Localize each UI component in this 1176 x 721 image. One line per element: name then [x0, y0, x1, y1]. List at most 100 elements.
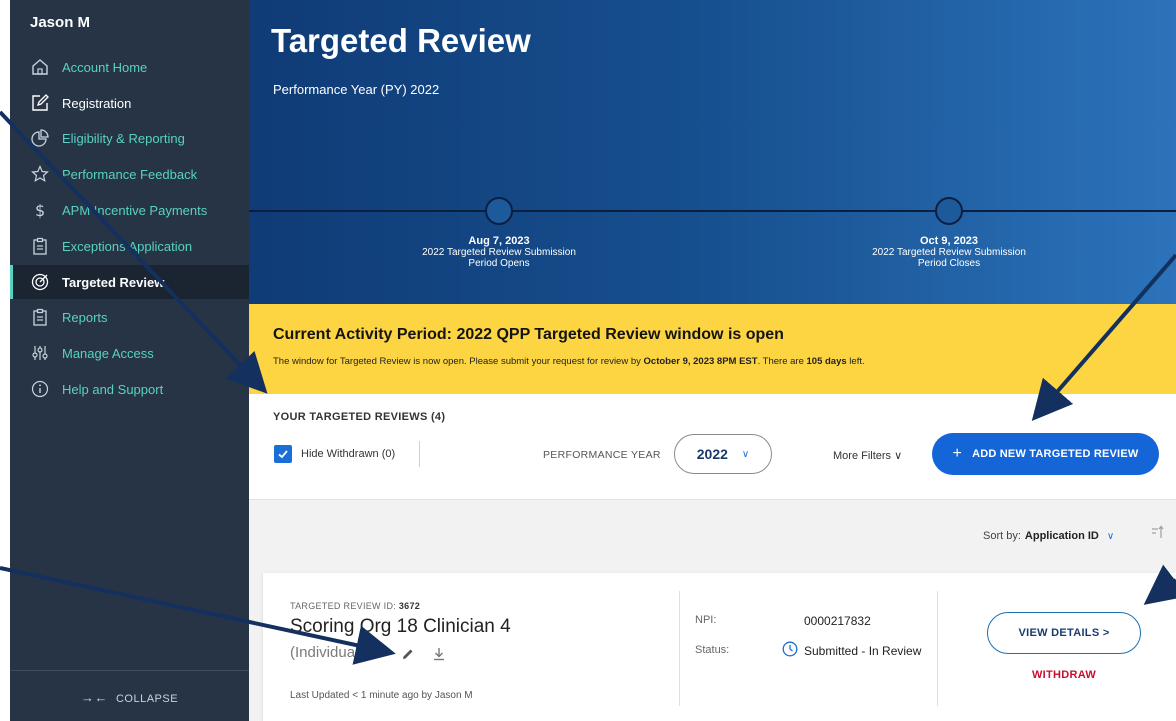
chevron-down-icon: ∨ — [741, 448, 750, 460]
home-icon — [30, 57, 50, 77]
svg-text:$: $ — [35, 201, 45, 219]
performance-year-label: PERFORMANCE YEAR — [543, 449, 661, 461]
dollar-icon: $ — [30, 200, 50, 220]
review-id-label: TARGETED REVIEW ID: — [290, 601, 397, 611]
edit-pencil-icon[interactable] — [401, 647, 415, 666]
sidebar-item-apm-incentive-payments[interactable]: $ APM Incentive Payments — [10, 193, 249, 227]
npi-value: 0000217832 — [804, 614, 871, 628]
targeted-review-card: TARGETED REVIEW ID: 3672 Scoring Org 18 … — [263, 573, 1176, 721]
timeline-date: Aug 7, 2023 — [468, 235, 530, 247]
sidebar-item-registration[interactable]: Registration — [10, 86, 249, 120]
timeline-dot-open — [485, 197, 513, 225]
sidebar-divider — [10, 670, 249, 671]
reviews-count-heading: YOUR TARGETED REVIEWS (4) — [273, 411, 446, 423]
info-icon — [30, 379, 50, 399]
timeline-text: Period Closes — [917, 258, 981, 269]
alert-text: The window for Targeted Review is now op… — [273, 356, 865, 367]
alert-days-left: 105 days — [806, 356, 847, 367]
alert-deadline: October 9, 2023 8PM EST — [643, 356, 758, 367]
reviews-list: Sort by: Application ID ∨ TARGETED REVIEW … — [249, 499, 1176, 721]
collapse-arrows-icon: →← — [80, 690, 108, 705]
pie-chart-icon — [30, 128, 50, 148]
withdraw-button[interactable]: WITHDRAW — [987, 669, 1141, 681]
plus-icon: + — [952, 445, 963, 462]
alert-text-part: The window for Targeted Review is now op… — [273, 356, 644, 367]
filter-divider — [419, 441, 420, 467]
page-hero: Targeted Review Performance Year (PY) 20… — [249, 0, 1176, 304]
last-updated: Last Updated < 1 minute ago by Jason M — [290, 690, 473, 701]
performance-year-subtitle: Performance Year (PY) 2022 — [273, 82, 440, 97]
timeline-text: Period Opens — [468, 258, 530, 269]
performance-year-value: 2022 — [696, 446, 728, 462]
status-label: Status: — [695, 644, 730, 656]
sidebar-item-label: Targeted Review — [62, 274, 165, 290]
sidebar-item-reports[interactable]: Reports — [10, 300, 249, 334]
sidebar-item-label: Eligibility & Reporting — [62, 130, 185, 146]
timeline-text: 2022 Targeted Review Submission — [422, 247, 576, 258]
sidebar-item-account-home[interactable]: Account Home — [10, 50, 249, 84]
collapse-button[interactable]: →← COLLAPSE — [10, 690, 249, 705]
sidebar-item-exceptions-application[interactable]: Exceptions Application — [10, 229, 249, 263]
download-icon[interactable] — [433, 647, 445, 666]
reviews-list-header: YOUR TARGETED REVIEWS (4) Hide Withdrawn… — [249, 394, 1176, 499]
card-divider — [679, 591, 680, 706]
sliders-icon — [30, 343, 50, 363]
chevron-down-icon: ∨ — [894, 450, 903, 462]
hide-withdrawn-checkbox[interactable] — [274, 445, 292, 463]
sort-direction-icon[interactable] — [1151, 525, 1165, 542]
timeline-date: Oct 9, 2023 — [919, 235, 979, 247]
clipboard-icon — [30, 236, 50, 256]
check-icon — [278, 450, 288, 459]
card-divider — [937, 591, 938, 706]
view-details-button[interactable]: VIEW DETAILS > — [987, 612, 1141, 654]
sidebar-item-label: Reports — [62, 309, 108, 325]
timeline-label-close: Oct 9, 2023 2022 Targeted Review Submiss… — [844, 235, 1054, 270]
more-filters-button[interactable]: More Filters ∨ — [833, 449, 902, 462]
sort-label: Sort by: — [983, 530, 1021, 542]
chevron-down-icon: ∨ — [1106, 531, 1115, 542]
review-id-value: 3672 — [398, 601, 421, 611]
alert-title: Current Activity Period: 2022 QPP Target… — [273, 326, 784, 343]
sidebar-item-help-support[interactable]: Help and Support — [10, 372, 249, 406]
sidebar-item-label: Help and Support — [62, 381, 164, 397]
sidebar-item-eligibility-reporting[interactable]: Eligibility & Reporting — [10, 121, 249, 155]
sort-control[interactable]: Sort by: Application ID ∨ — [983, 530, 1114, 542]
alert-text-part: left. — [846, 356, 865, 367]
timeline-label-open: Aug 7, 2023 2022 Targeted Review Submiss… — [394, 235, 604, 270]
sidebar-user-name: Jason M — [30, 14, 91, 31]
review-type: (Individual) — [290, 644, 364, 661]
sidebar-item-label: Exceptions Application — [62, 238, 193, 254]
left-edge-strip — [0, 0, 10, 721]
add-button-label: ADD NEW TARGETED REVIEW — [972, 448, 1139, 460]
review-id: TARGETED REVIEW ID: 3672 — [290, 601, 420, 611]
alert-text-part: . There are — [757, 356, 807, 367]
sidebar-item-label: Account Home — [62, 59, 148, 75]
clinician-name: Scoring Org 18 Clinician 4 — [290, 616, 511, 637]
sidebar-item-label: Registration — [62, 95, 132, 111]
sort-value: Application ID — [1024, 530, 1099, 542]
timeline-text: 2022 Targeted Review Submission — [872, 247, 1026, 258]
sidebar: Jason M Account Home Registration Eligib… — [10, 0, 249, 721]
sidebar-item-label: Manage Access — [62, 345, 154, 361]
edit-square-icon — [30, 93, 50, 113]
clipboard-icon — [30, 307, 50, 327]
page-title: Targeted Review — [271, 22, 531, 59]
sidebar-item-manage-access[interactable]: Manage Access — [10, 336, 249, 370]
sidebar-item-label: Performance Feedback — [62, 166, 198, 182]
performance-year-select[interactable]: 2022 ∨ — [674, 434, 772, 474]
clock-icon — [782, 641, 798, 662]
activity-period-alert: Current Activity Period: 2022 QPP Target… — [249, 304, 1176, 394]
add-new-targeted-review-button[interactable]: + ADD NEW TARGETED REVIEW — [932, 433, 1159, 475]
sidebar-item-performance-feedback[interactable]: Performance Feedback — [10, 157, 249, 191]
sidebar-item-targeted-review[interactable]: Targeted Review — [10, 265, 249, 299]
sidebar-item-label: APM Incentive Payments — [62, 202, 208, 218]
timeline-dot-close — [935, 197, 963, 225]
collapse-label: COLLAPSE — [115, 693, 179, 705]
status-value: Submitted - In Review — [804, 644, 922, 658]
timeline-line — [249, 210, 1176, 212]
hide-withdrawn-label[interactable]: Hide Withdrawn (0) — [301, 448, 395, 460]
target-icon — [30, 272, 50, 292]
more-filters-label: More Filters — [833, 450, 892, 462]
star-icon — [30, 164, 50, 184]
npi-label: NPI: — [695, 614, 717, 626]
